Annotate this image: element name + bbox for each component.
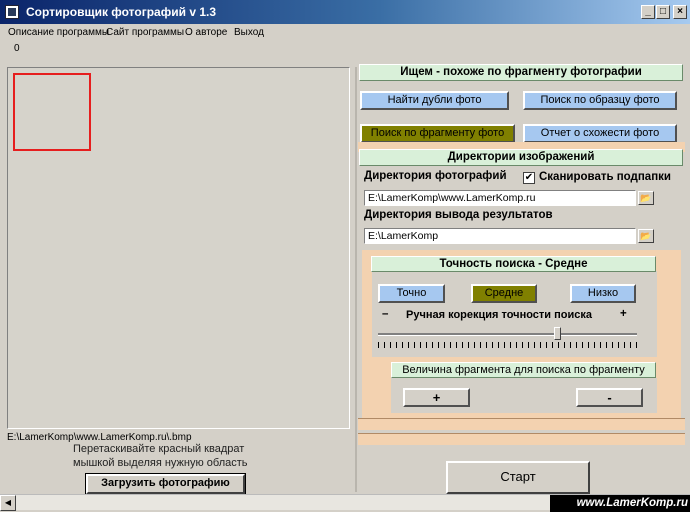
status-strip-2: [358, 433, 685, 445]
watermark: www.LamerKomp.ru: [550, 495, 690, 512]
output-dir-input[interactable]: E:\LamerKomp: [364, 228, 636, 244]
title-bar: Сортировщик фотографий v 1.3 _ □ ×: [0, 0, 690, 24]
search-header: Ищем - похоже по фрагменту фотографии: [359, 64, 683, 81]
menu-bar: Описание программы Сайт программы О авто…: [0, 24, 690, 42]
slider-minus-sign: –: [382, 308, 389, 320]
image-path-text: E:\LamerKomp\www.LamerKomp.ru\.bmp: [7, 432, 192, 443]
hint-line-2: мышкой выделяя нужную область: [73, 457, 248, 469]
slider-plus-sign: +: [620, 308, 627, 320]
load-photo-button[interactable]: Загрузить фотографию: [85, 473, 246, 495]
browse-photo-dir-icon[interactable]: 📂: [638, 191, 654, 205]
menu-item-description[interactable]: Описание программы: [8, 27, 109, 38]
panel-divider: [355, 67, 357, 492]
menu-item-website[interactable]: Сайт программы: [106, 27, 184, 38]
counter-label: 0: [14, 43, 20, 54]
minimize-button[interactable]: _: [641, 5, 655, 19]
photo-dir-input[interactable]: E:\LamerKomp\www.LamerKomp.ru: [364, 190, 636, 206]
search-by-fragment-button[interactable]: Поиск по фрагменту фото: [360, 124, 515, 143]
output-dir-label: Директория вывода результатов: [364, 209, 553, 221]
scan-subfolders-label: Сканировать подпапки: [539, 171, 671, 183]
photo-dir-label: Директория фотографий: [364, 170, 507, 182]
close-button[interactable]: ×: [673, 5, 687, 19]
similarity-report-button[interactable]: Отчет о схожести фото: [523, 124, 677, 143]
directories-header: Директории изображений: [359, 149, 683, 166]
browse-output-dir-icon[interactable]: 📂: [638, 229, 654, 243]
menu-item-exit[interactable]: Выход: [234, 27, 264, 38]
fragment-size-header: Величина фрагмента для поиска по фрагмен…: [391, 362, 656, 378]
find-duplicates-button[interactable]: Найти дубли фото: [360, 91, 509, 110]
accuracy-medium-button[interactable]: Средне: [471, 284, 537, 303]
maximize-button[interactable]: □: [656, 5, 670, 19]
accuracy-slider-track[interactable]: [378, 333, 637, 336]
status-strip-1: [358, 418, 685, 430]
scan-subfolders-checkbox[interactable]: ✔: [523, 172, 535, 184]
start-button[interactable]: Старт: [446, 461, 590, 494]
fragment-increase-button[interactable]: +: [403, 388, 470, 407]
accuracy-exact-button[interactable]: Точно: [378, 284, 445, 303]
menu-item-about[interactable]: О авторе: [185, 27, 227, 38]
accuracy-slider-ticks: [378, 342, 637, 348]
accuracy-slider-thumb[interactable]: [554, 327, 561, 340]
hint-line-1: Перетаскивайте красный квадрат: [73, 443, 245, 455]
fragment-decrease-button[interactable]: -: [576, 388, 643, 407]
fragment-selector-square[interactable]: [13, 73, 91, 151]
app-icon: [5, 5, 19, 19]
scroll-left-icon[interactable]: ◀: [0, 495, 16, 511]
manual-accuracy-label: Ручная корекция точности поиска: [406, 309, 592, 321]
search-by-sample-button[interactable]: Поиск по образцу фото: [523, 91, 677, 110]
window-title: Сортировщик фотографий v 1.3: [26, 5, 217, 19]
accuracy-header: Точность поиска - Средне: [371, 256, 656, 272]
accuracy-low-button[interactable]: Низко: [570, 284, 636, 303]
